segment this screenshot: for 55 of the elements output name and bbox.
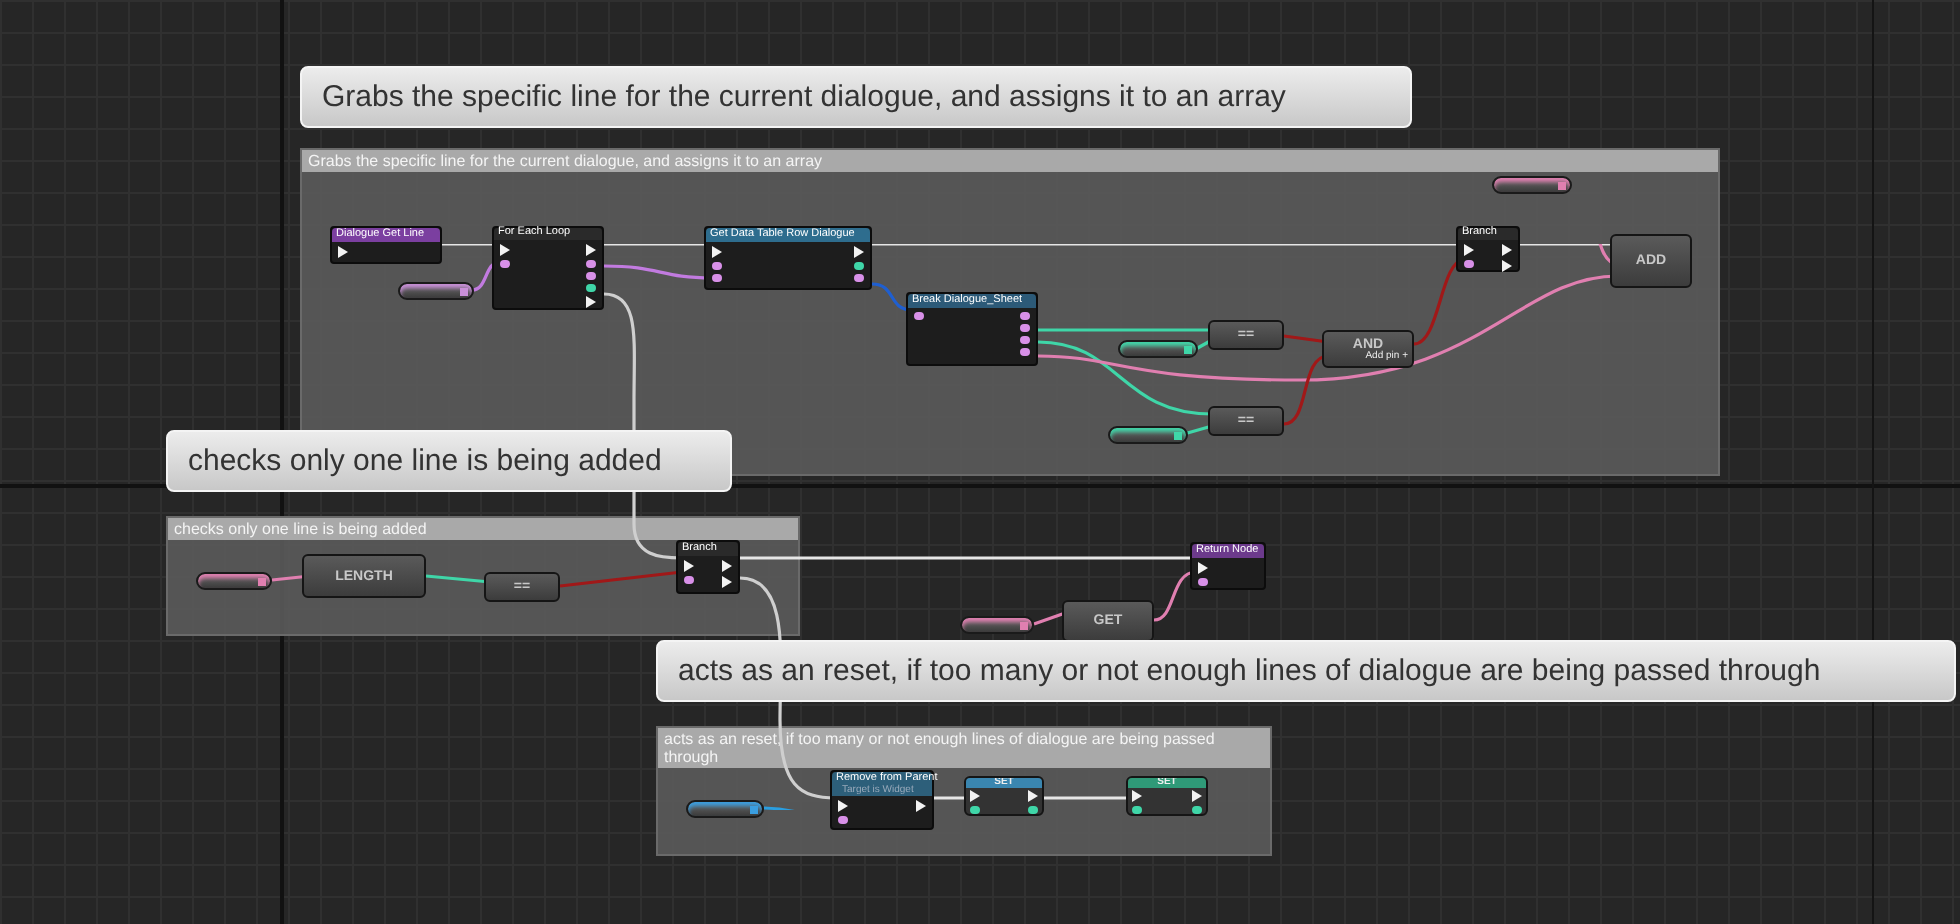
comment-bubble-text: acts as an reset, if too many or not enough lines of dialogue are being passed through bbox=[678, 652, 1823, 690]
pin-icon bbox=[914, 312, 924, 320]
exec-pin-icon bbox=[1192, 790, 1202, 802]
pin-icon bbox=[712, 262, 722, 270]
exec-pin-icon bbox=[1502, 259, 1512, 271]
exec-pin-icon bbox=[712, 246, 722, 258]
wire bbox=[1044, 796, 1132, 800]
pin-icon bbox=[838, 816, 848, 824]
pin-icon bbox=[586, 284, 596, 292]
exec-pin-icon bbox=[838, 800, 848, 812]
pin-icon bbox=[1028, 806, 1038, 814]
pin-icon bbox=[500, 260, 510, 268]
wire bbox=[934, 796, 970, 800]
comment-header: Grabs the specific line for the current dialogue, and assigns it to an array bbox=[308, 152, 825, 170]
variable-node[interactable] bbox=[960, 616, 1034, 634]
pin-icon bbox=[712, 274, 722, 282]
comment-header: checks only one line is being added bbox=[174, 520, 429, 538]
pin-icon bbox=[1020, 336, 1030, 344]
exec-pin-icon bbox=[970, 790, 980, 802]
exec-pin-icon bbox=[1132, 790, 1142, 802]
exec-pin-icon bbox=[684, 560, 694, 572]
pin-icon bbox=[854, 274, 864, 282]
variable-node[interactable] bbox=[686, 800, 764, 818]
comment-header: acts as an reset, if too many or not enough lines of dialogue are being passed through bbox=[664, 730, 1217, 766]
exec-pin-icon bbox=[1502, 243, 1512, 255]
pin-icon bbox=[1192, 806, 1202, 814]
pin-icon bbox=[1020, 348, 1030, 356]
pin-icon bbox=[1198, 578, 1208, 586]
exec-pin-icon bbox=[500, 244, 510, 256]
graph-canvas[interactable] bbox=[0, 0, 1960, 924]
exec-pin-icon bbox=[1464, 243, 1474, 255]
pin-icon bbox=[970, 806, 980, 814]
variable-node[interactable] bbox=[1108, 426, 1188, 444]
variable-node[interactable] bbox=[196, 572, 272, 590]
pin-icon bbox=[1132, 806, 1142, 814]
variable-node[interactable] bbox=[1492, 176, 1572, 194]
comment-bubble-text: Grabs the specific line for the current dialogue, and assigns it to an array bbox=[322, 78, 1288, 116]
exec-pin-icon bbox=[586, 296, 596, 308]
exec-pin-icon bbox=[722, 560, 732, 572]
pin-icon bbox=[586, 260, 596, 268]
exec-pin-icon bbox=[586, 244, 596, 256]
exec-pin-icon bbox=[916, 800, 926, 812]
pin-icon bbox=[1020, 324, 1030, 332]
pin-icon bbox=[586, 272, 596, 280]
variable-node[interactable] bbox=[1118, 340, 1198, 358]
exec-pin-icon bbox=[722, 576, 732, 588]
pin-icon bbox=[854, 262, 864, 270]
exec-pin-icon bbox=[854, 246, 864, 258]
pin-icon bbox=[1020, 312, 1030, 320]
exec-pin-icon bbox=[1198, 562, 1208, 574]
pin-icon bbox=[1464, 259, 1474, 267]
variable-node[interactable] bbox=[398, 282, 474, 300]
exec-pin-icon bbox=[338, 246, 348, 258]
pin-icon bbox=[684, 576, 694, 584]
exec-pin-icon bbox=[1028, 790, 1038, 802]
